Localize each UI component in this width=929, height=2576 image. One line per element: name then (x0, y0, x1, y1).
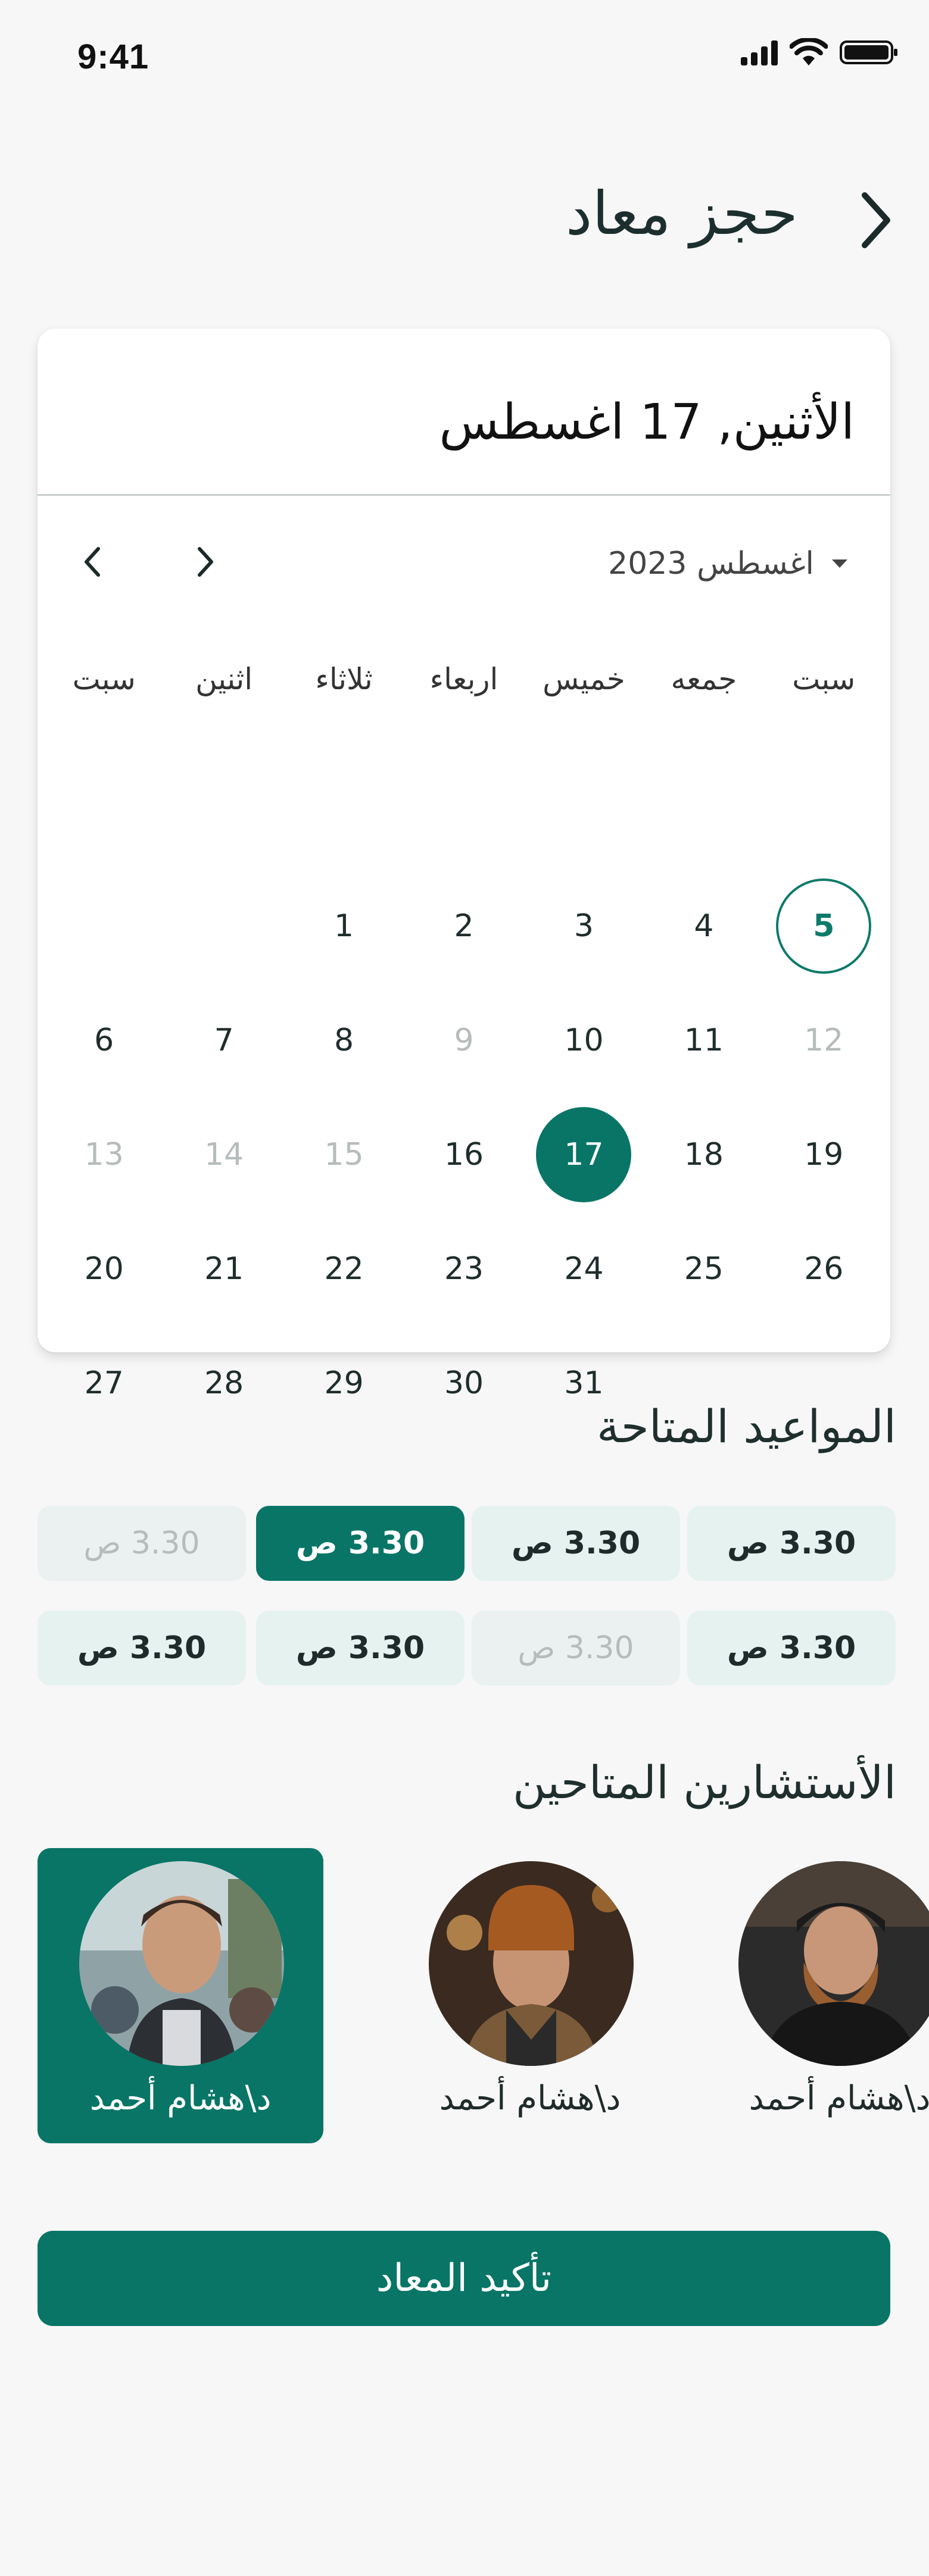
calendar-day-number (416, 764, 512, 859)
calendar-day-number (57, 764, 152, 859)
calendar-day-number: 8 (334, 1023, 354, 1058)
calendar-day-number: 11 (684, 1023, 724, 1058)
calendar-day-number: 10 (564, 1023, 604, 1058)
signal-icon (741, 39, 778, 65)
calendar-card: الأثنين, 17 اغسطس اغسطس 2023 سبت جمعه خميس… (38, 329, 890, 1401)
divider (38, 494, 890, 496)
calendar-day-number (776, 764, 871, 859)
calendar-day[interactable]: 28 (164, 1364, 283, 1478)
calendar-day-number: 6 (94, 1023, 114, 1058)
time-slot: 3.30 ص (472, 1611, 680, 1686)
status-time: 9:41 (77, 37, 149, 76)
time-slot[interactable]: 3.30 ص (38, 1611, 246, 1686)
calendar-day-number: 28 (204, 1365, 244, 1401)
calendar-grid: سبت جمعه خميس اربعاء ثلاثاء اثنين سبت 5 4 3 2 1 12 11… (44, 662, 884, 1478)
calendar-day-number: 16 (444, 1137, 484, 1173)
time-slot[interactable]: 3.30 ص (256, 1506, 464, 1581)
time-slot[interactable]: 3.30 ص (687, 1611, 896, 1686)
chevron-right-icon (198, 547, 213, 577)
consultant-card[interactable]: د\هشام أحمد (38, 1848, 323, 2143)
calendar-day-number: 19 (804, 1137, 844, 1173)
chevron-left-icon (85, 547, 100, 577)
calendar-day-number: 26 (804, 1251, 844, 1287)
calendar-day-number: 2 (454, 908, 474, 944)
calendar-day-number: 21 (204, 1251, 244, 1287)
calendar-day-number: 3 (573, 908, 594, 944)
booking-screen: 9:41 حجز معاد الأثنين, 17 اغسطس اغسطس 20… (0, 0, 929, 2576)
calendar-day-number: 13 (84, 1137, 124, 1173)
consultant-name: د\هشام أحمد (89, 2079, 272, 2118)
calendar-day-number (176, 879, 272, 974)
calendar-day-number (57, 879, 152, 974)
calendar-day-number: 9 (454, 1023, 474, 1058)
caret-down-icon (832, 559, 847, 568)
calendar-day-number: 4 (694, 908, 714, 944)
calendar-day-number: 14 (204, 1137, 244, 1173)
avatar (738, 1861, 929, 2066)
selected-date-heading: الأثنين, 17 اغسطس (439, 394, 855, 451)
status-icons (741, 38, 899, 67)
confirm-appointment-button[interactable]: تأكيد المعاد (38, 2231, 890, 2326)
calendar-day-number: 18 (684, 1137, 724, 1173)
calendar-day[interactable]: 27 (44, 1364, 164, 1478)
calendar-day[interactable]: 29 (284, 1364, 404, 1478)
consultants-section-title: الأستشارين المتاحين (513, 1756, 896, 1809)
calendar-day-number: 5 (776, 879, 872, 974)
calendar-day-number: 25 (684, 1251, 724, 1287)
avatar (429, 1861, 634, 2066)
calendar-day-number: 29 (324, 1365, 364, 1401)
back-button[interactable] (846, 185, 905, 256)
calendar-day-number (176, 764, 272, 859)
calendar-day-number: 12 (804, 1023, 844, 1058)
calendar-day-number: 17 (536, 1107, 632, 1202)
calendar-day-number: 24 (564, 1251, 604, 1287)
month-select[interactable]: اغسطس 2023 (608, 543, 849, 584)
next-month-button[interactable] (182, 538, 229, 586)
calendar-day-number: 27 (84, 1365, 124, 1401)
calendar-day-number: 20 (84, 1251, 124, 1287)
calendar-day-number: 30 (444, 1365, 484, 1401)
wifi-icon (790, 38, 828, 65)
time-slot[interactable]: 3.30 ص (472, 1506, 680, 1581)
slots-section-title: المواعيد المتاحة (597, 1400, 896, 1453)
calendar-day-number: 7 (214, 1023, 234, 1058)
consultant-card[interactable]: د\هشام أحمد (387, 1848, 673, 2143)
calendar-day-number (656, 764, 752, 859)
calendar-day-number: 15 (324, 1137, 364, 1173)
time-slot[interactable]: 3.30 ص (687, 1506, 896, 1581)
calendar-day-number: 1 (334, 908, 354, 944)
time-slot: 3.30 ص (38, 1506, 246, 1581)
chevron-right-icon (862, 192, 890, 248)
calendar-day-number (536, 764, 631, 859)
calendar-day[interactable]: 30 (404, 1364, 523, 1478)
calendar-day-number (297, 764, 392, 859)
prev-month-button[interactable] (68, 538, 116, 586)
consultant-name: د\هشام أحمد (749, 2079, 929, 2118)
calendar-day-number: 22 (324, 1251, 364, 1287)
battery-icon (840, 40, 897, 64)
consultant-name: د\هشام أحمد (439, 2079, 621, 2118)
month-label: اغسطس 2023 (608, 546, 814, 582)
consultant-card[interactable]: د\هشام أحمد (697, 1848, 929, 2143)
page-title: حجز معاد (565, 179, 798, 248)
avatar (79, 1861, 284, 2066)
time-slot[interactable]: 3.30 ص (256, 1611, 464, 1686)
calendar-day-number: 23 (444, 1251, 484, 1287)
